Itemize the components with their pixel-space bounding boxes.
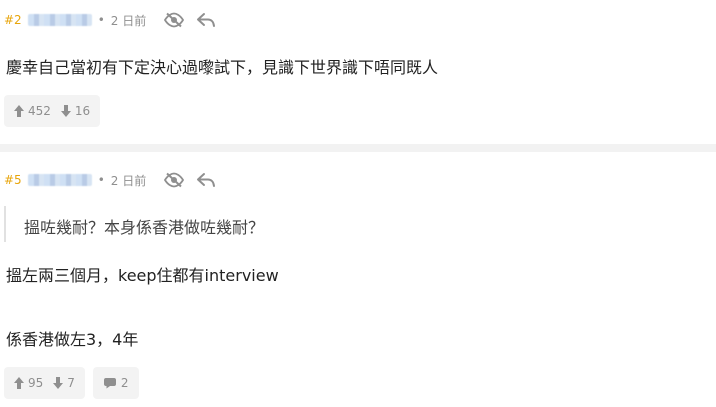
quoted-reply: 搵咗幾耐？本身係香港做咗幾耐？ bbox=[4, 206, 646, 242]
downvote-count: 7 bbox=[67, 376, 75, 390]
separator-dot: • bbox=[97, 173, 105, 187]
username-blurred[interactable] bbox=[27, 14, 92, 26]
downvote-count: 16 bbox=[74, 104, 91, 118]
reply-arrow-icon[interactable] bbox=[194, 10, 218, 30]
separator-dot: • bbox=[97, 13, 105, 27]
post-number[interactable]: #2 bbox=[4, 13, 22, 27]
thumb-up-arrow-icon bbox=[14, 377, 24, 389]
post-divider bbox=[0, 144, 716, 152]
post-time: 2 日前 bbox=[110, 173, 147, 188]
thumb-down-arrow-icon bbox=[53, 377, 64, 389]
reply-count: 2 bbox=[120, 376, 129, 390]
replies-button[interactable]: 2 bbox=[92, 367, 139, 399]
thumb-up-arrow-icon bbox=[14, 105, 24, 117]
vote-bar: 452 16 bbox=[4, 95, 108, 127]
post-header: #2 • 2 日前 bbox=[4, 10, 226, 30]
reply-arrow-icon[interactable] bbox=[194, 170, 218, 190]
upvote-button[interactable]: 95 7 bbox=[4, 367, 85, 399]
post-number[interactable]: #5 bbox=[4, 173, 22, 187]
hide-eye-slash-icon[interactable] bbox=[162, 10, 186, 30]
comment-bubble-icon bbox=[103, 378, 116, 389]
upvote-button[interactable]: 452 16 bbox=[4, 95, 101, 127]
post-header: #5 • 2 日前 bbox=[4, 170, 226, 190]
thumb-down-arrow-icon bbox=[60, 105, 71, 117]
hide-eye-slash-icon[interactable] bbox=[162, 170, 186, 190]
username-blurred[interactable] bbox=[27, 174, 92, 186]
upvote-count: 452 bbox=[28, 104, 51, 118]
post-time: 2 日前 bbox=[110, 13, 147, 28]
post-content-line-1: 搵左兩三個月，keep住都有interview bbox=[6, 266, 279, 285]
quote-text: 搵咗幾耐？本身係香港做咗幾耐？ bbox=[24, 218, 265, 237]
post-content-line-2: 係香港做左3，4年 bbox=[6, 330, 139, 349]
upvote-count: 95 bbox=[28, 376, 44, 390]
vote-bar: 95 7 2 bbox=[4, 367, 147, 399]
post-content: 慶幸自己當初有下定決心過嚟試下，見識下世界識下唔同既人 bbox=[6, 58, 439, 77]
